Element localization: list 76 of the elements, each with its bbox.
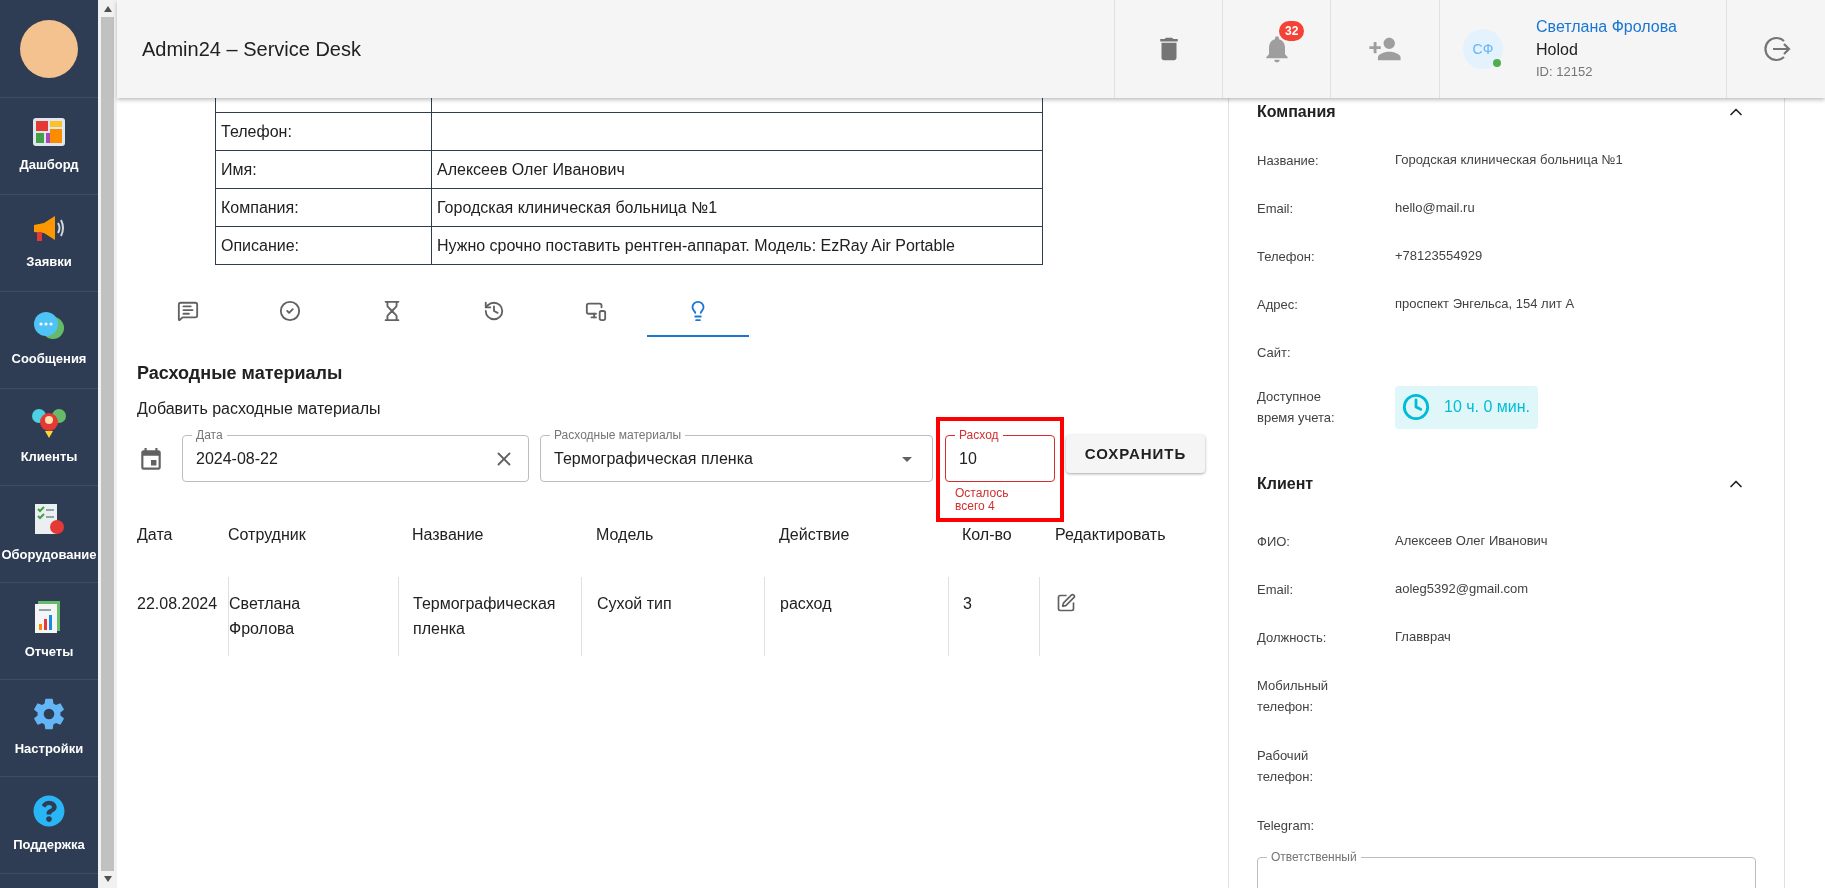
section-title: Расходные материалы bbox=[137, 362, 344, 385]
notification-badge: 32 bbox=[1279, 21, 1305, 41]
field-name: Доступное время учета: bbox=[1257, 388, 1336, 427]
section-heading: Клиент bbox=[1257, 474, 1314, 494]
sidebar-item[interactable]: Дашборд bbox=[0, 98, 98, 195]
helper-text: Осталось всего 4 bbox=[954, 487, 1010, 513]
help-icon bbox=[33, 795, 65, 828]
column-header: Сотрудник bbox=[228, 525, 307, 545]
clock-icon bbox=[1402, 393, 1430, 421]
section-heading: Компания bbox=[1257, 102, 1336, 122]
section-subtitle: Добавить расходные материалы bbox=[137, 399, 382, 419]
field-name: Email: bbox=[1257, 199, 1295, 218]
field-name: Сайт: bbox=[1257, 343, 1292, 362]
field-label: Расходные материалы bbox=[550, 427, 686, 443]
field-value: Городская клиническая больница №1 bbox=[1395, 151, 1623, 170]
field-value: Главврач bbox=[1395, 628, 1451, 647]
notifications-button[interactable]: 32 bbox=[1222, 0, 1330, 98]
edit-icon[interactable] bbox=[1056, 593, 1076, 613]
app-title: Admin24 – Service Desk bbox=[142, 37, 361, 62]
chat-icon bbox=[32, 311, 66, 342]
field-label: Дата bbox=[192, 427, 227, 443]
sidebar-item[interactable]: Отчеты bbox=[0, 583, 98, 680]
user-block[interactable]: СФ Светлана Фролова Holod ID: 12152 bbox=[1439, 0, 1726, 98]
field-value: +78123554929 bbox=[1395, 247, 1483, 266]
column-header: Кол-во bbox=[961, 525, 1013, 545]
scroll-down-icon[interactable] bbox=[103, 876, 112, 882]
save-button[interactable]: СОХРАНИТЬ bbox=[1066, 435, 1205, 473]
table-cell-text: Городская клиническая больница №1 bbox=[436, 197, 719, 218]
field-name: ФИО: bbox=[1257, 532, 1291, 551]
column-header: Модель bbox=[595, 525, 655, 545]
field-name: Телефон: bbox=[1257, 247, 1316, 266]
field-name: Email: bbox=[1257, 580, 1295, 599]
avatar bbox=[20, 19, 78, 78]
table-cell: Телефон: bbox=[216, 113, 432, 150]
user-name[interactable]: Светлана Фролова bbox=[1536, 16, 1677, 38]
history-icon bbox=[483, 300, 505, 322]
time-badge: 10 ч. 0 мин. bbox=[1395, 385, 1538, 429]
calendar-icon[interactable] bbox=[138, 447, 164, 473]
column-header: Дата bbox=[137, 525, 174, 545]
user-id: ID: 12152 bbox=[1536, 63, 1594, 81]
user-avatar: СФ bbox=[1463, 29, 1503, 69]
field-label: Расход bbox=[955, 427, 1003, 443]
scrollbar[interactable] bbox=[98, 0, 117, 888]
field-name: Telegram: bbox=[1257, 816, 1316, 835]
field-value: aoleg5392@gmail.com bbox=[1395, 580, 1529, 599]
table-cell: Термографическая пленка bbox=[398, 577, 581, 656]
field-name: Должность: bbox=[1257, 628, 1328, 647]
column-header: Название bbox=[411, 525, 485, 545]
table-cell-text: Алексеев Олег Иванович bbox=[436, 159, 626, 180]
table-cell-text: 22.08.2024 bbox=[137, 594, 219, 614]
devices-icon bbox=[585, 300, 607, 322]
field-value: hello@mail.ru bbox=[1395, 199, 1475, 218]
scrollbar-thumb[interactable] bbox=[101, 17, 114, 871]
table-cell: Сухой тип bbox=[581, 577, 764, 656]
field-value: проспект Энгельса, 154 лит А bbox=[1395, 295, 1575, 314]
dashboard-icon bbox=[32, 117, 66, 148]
gear-icon bbox=[32, 697, 66, 732]
column-header: Редактировать bbox=[1054, 525, 1167, 545]
table-cell: расход bbox=[764, 577, 948, 656]
table-cell: 3 bbox=[948, 577, 1039, 656]
table-cell: Компания: bbox=[216, 189, 432, 226]
table-cell: Светлана Фролова bbox=[228, 577, 398, 656]
column-header: Действие bbox=[778, 525, 851, 545]
field-name: Адрес: bbox=[1257, 295, 1299, 314]
table-cell: Описание: bbox=[216, 227, 432, 264]
table-cell: Имя: bbox=[216, 151, 432, 188]
field-name: Рабочий телефон: bbox=[1257, 747, 1315, 786]
table-cell-text: Нужно срочно поставить рентген-аппарат. Модель: EzRay Air Portable bbox=[436, 235, 956, 256]
scroll-up-icon[interactable] bbox=[103, 6, 112, 12]
field-name: Название: bbox=[1257, 151, 1320, 170]
field-name: Мобильный телефон: bbox=[1257, 677, 1330, 716]
comment-icon bbox=[177, 300, 199, 322]
people-icon bbox=[31, 407, 67, 440]
check-circle-icon bbox=[279, 300, 301, 322]
user-company: Holod bbox=[1536, 40, 1579, 60]
field-value: Алексеев Олег Иванович bbox=[1395, 532, 1548, 551]
